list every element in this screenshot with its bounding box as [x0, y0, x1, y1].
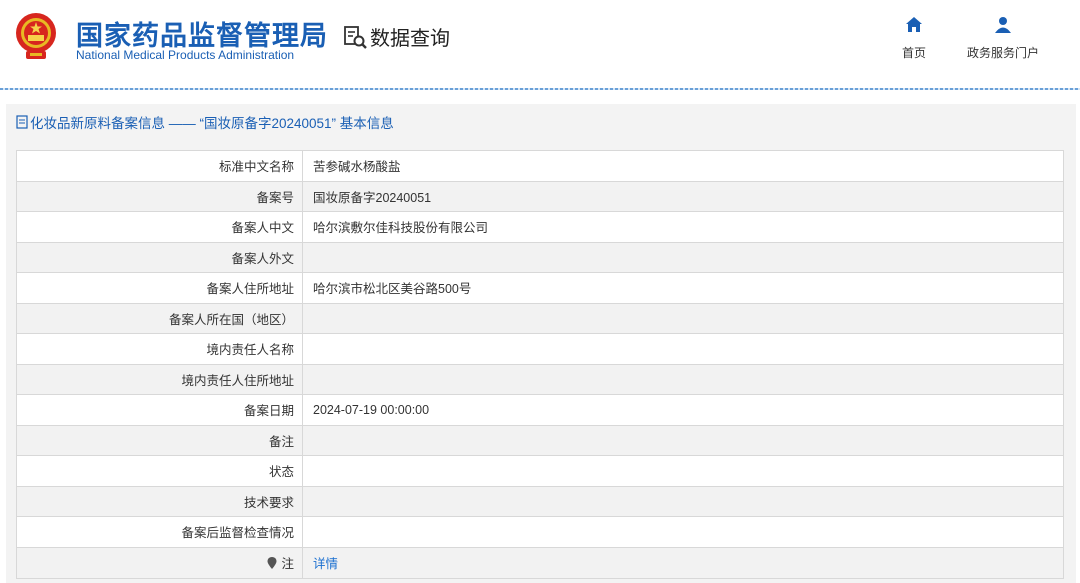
field-label: 技术要求 [17, 486, 303, 516]
field-value [303, 517, 1063, 547]
field-label: 备案人住所地址 [17, 273, 303, 303]
field-value: 国妆原备字20240051 [313, 190, 432, 205]
table-row: 标准中文名称 苦参碱水杨酸盐 [17, 151, 1063, 182]
field-label: 备案后监督检查情况 [17, 517, 303, 547]
field-value [303, 456, 1063, 486]
data-query-label: 数据查询 [370, 28, 450, 50]
field-value [303, 334, 1063, 364]
org-name-en: National Medical Products Administration [76, 48, 295, 62]
site-header: 国家药品监督管理局 National Medical Products Admi… [0, 0, 1080, 90]
home-icon [906, 17, 922, 32]
field-value [303, 426, 1063, 456]
table-row: 备注 [17, 425, 1063, 456]
table-row: 境内责任人住所地址 [17, 364, 1063, 395]
user-icon [995, 17, 1011, 33]
pin-icon [267, 556, 277, 569]
table-row: 备案日期 2024-07-19 00:00:00 [17, 395, 1063, 426]
info-table: 标准中文名称 苦参碱水杨酸盐 备案号 国妆原备字20240051 备案人中文 哈… [16, 150, 1064, 579]
nav-home[interactable]: 首页 [896, 16, 932, 61]
field-value [303, 243, 1063, 273]
field-label: 状态 [17, 456, 303, 486]
field-value: 哈尔滨敷尔佳科技股份有限公司 [313, 221, 489, 236]
table-row: 备案后监督检查情况 [17, 517, 1063, 548]
note-label: 注 [17, 547, 303, 578]
nav-service-portal[interactable]: 政务服务门户 [962, 16, 1044, 61]
document-icon [16, 115, 28, 129]
field-label: 标准中文名称 [17, 151, 303, 181]
note-label-text: 注 [281, 557, 294, 572]
section-title-text: 化妆品新原料备案信息 —— “国妆原备字20240051” 基本信息 [30, 116, 394, 131]
table-row: 注 详情 [17, 547, 1063, 579]
national-emblem-icon [16, 13, 56, 59]
field-label: 备案日期 [17, 395, 303, 425]
table-row: 备案号 国妆原备字20240051 [17, 181, 1063, 212]
field-label: 境内责任人住所地址 [17, 364, 303, 394]
table-row: 备案人住所地址 哈尔滨市松北区美谷路500号 [17, 273, 1063, 304]
table-row: 技术要求 [17, 486, 1063, 517]
field-label: 备案人中文 [17, 212, 303, 242]
field-label: 备案人所在国（地区） [17, 303, 303, 333]
header-divider [0, 88, 1080, 90]
field-value: 2024-07-19 00:00:00 [313, 402, 430, 417]
field-label: 备案号 [17, 181, 303, 211]
details-link[interactable]: 详情 [303, 548, 1063, 579]
nav-home-label: 首页 [901, 46, 926, 60]
field-value [303, 487, 1063, 517]
table-row: 状态 [17, 456, 1063, 487]
field-label: 境内责任人名称 [17, 334, 303, 364]
table-row: 备案人中文 哈尔滨敷尔佳科技股份有限公司 [17, 212, 1063, 243]
detail-panel: 化妆品新原料备案信息 —— “国妆原备字20240051” 基本信息 标准中文名… [6, 104, 1076, 583]
table-row: 备案人外文 [17, 242, 1063, 273]
field-value: 哈尔滨市松北区美谷路500号 [313, 282, 472, 297]
nav-service-portal-label: 政务服务门户 [966, 46, 1039, 60]
field-label: 备注 [17, 425, 303, 455]
table-row: 备案人所在国（地区） [17, 303, 1063, 334]
table-row: 境内责任人名称 [17, 334, 1063, 365]
search-document-icon [344, 25, 367, 49]
field-value [303, 304, 1063, 334]
field-value: 苦参碱水杨酸盐 [313, 160, 401, 175]
section-title: 化妆品新原料备案信息 —— “国妆原备字20240051” 基本信息 [6, 104, 1076, 140]
field-value [303, 365, 1063, 395]
field-label: 备案人外文 [17, 242, 303, 272]
data-query-title: 数据查询 [342, 22, 450, 51]
